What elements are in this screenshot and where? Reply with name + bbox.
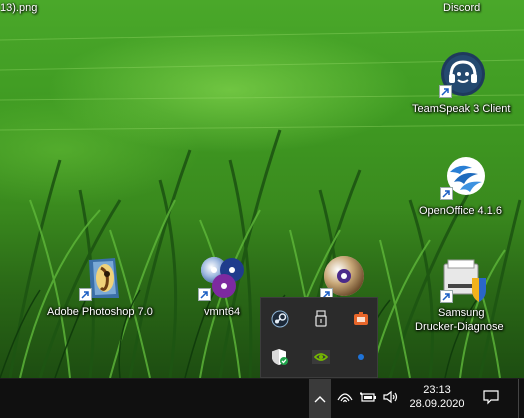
- taskbar: 23:13 28.09.2020: [0, 378, 524, 418]
- bluetooth-icon[interactable]: [349, 345, 373, 369]
- shortcut-arrow-icon: [198, 288, 211, 301]
- battery-button[interactable]: [357, 379, 379, 418]
- security-shield-icon[interactable]: [268, 345, 292, 369]
- steam-icon[interactable]: [268, 307, 292, 331]
- shortcut-arrow-icon: [439, 85, 452, 98]
- clock-time: 23:13: [423, 384, 451, 396]
- shortcut-arrow-icon: [440, 290, 453, 303]
- tray-overflow-flyout: [260, 297, 378, 378]
- volume-button[interactable]: [381, 379, 401, 418]
- desktop-icon-label-line2: Drucker-Diagnose: [415, 321, 504, 333]
- nvidia-icon[interactable]: [309, 345, 333, 369]
- discord-shortcut-label[interactable]: Discord: [443, 2, 480, 15]
- show-hidden-icons-button[interactable]: [309, 379, 331, 418]
- desktop-icon-disc-tool[interactable]: [318, 252, 374, 301]
- network-button[interactable]: [335, 379, 355, 418]
- battery-icon: [359, 390, 377, 408]
- usb-icon[interactable]: [309, 307, 333, 331]
- shortcut-arrow-icon: [440, 187, 453, 200]
- show-desktop-button[interactable]: [518, 379, 524, 418]
- desktop-file-label[interactable]: 13).png: [0, 2, 37, 15]
- desktop-icon-label-line1: Samsung: [438, 307, 485, 319]
- wifi-icon: [337, 390, 353, 409]
- notification-icon: [482, 389, 500, 410]
- chevron-up-icon: [314, 390, 326, 408]
- shortcut-arrow-icon: [79, 288, 92, 301]
- desktop-icon-vmnt64[interactable]: vmnt64: [194, 252, 258, 322]
- desktop-icon-teamspeak[interactable]: TeamSpeak 3 Client: [410, 48, 520, 120]
- orange-app-icon[interactable]: [349, 307, 373, 331]
- desktop-icon-label: OpenOffice 4.1.6: [419, 205, 502, 217]
- action-center-button[interactable]: [476, 379, 506, 418]
- desktop-icon-label: Adobe Photoshop 7.0: [47, 306, 153, 318]
- desktop-icon-label: vmnt64: [204, 306, 241, 318]
- clock-date: 28.09.2020: [409, 398, 465, 410]
- clock-button[interactable]: 23:13 28.09.2020: [404, 379, 470, 418]
- desktop-icon-samsung-printer-diagnose[interactable]: Samsung Drucker-Diagnose: [412, 252, 522, 336]
- speaker-icon: [383, 390, 399, 409]
- desktop-icon-photoshop[interactable]: Adobe Photoshop 7.0: [44, 252, 164, 322]
- desktop-icon-openoffice[interactable]: OpenOffice 4.1.6: [412, 150, 522, 220]
- desktop-icon-label: TeamSpeak 3 Client: [412, 103, 511, 115]
